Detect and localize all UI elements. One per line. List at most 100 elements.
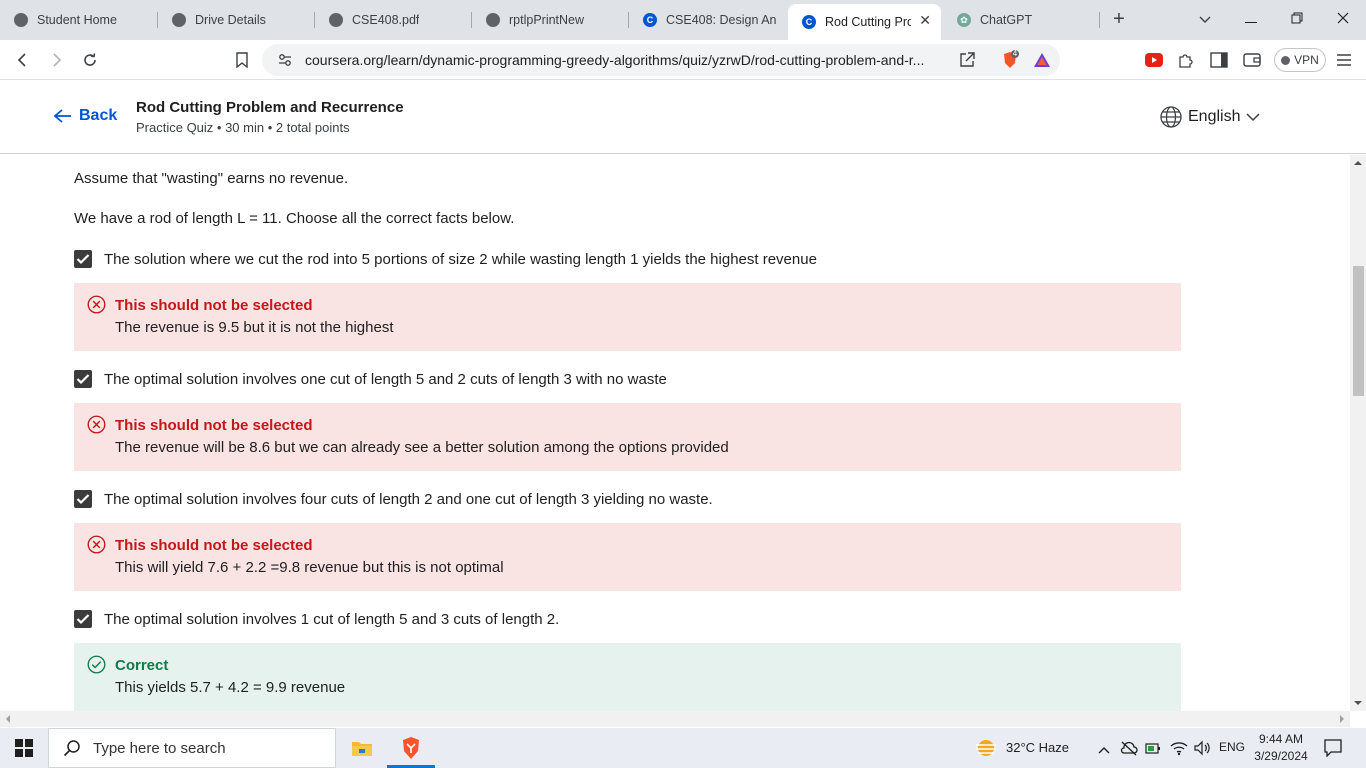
tab-drive-details[interactable]: Drive Details bbox=[158, 4, 315, 36]
horizontal-scrollbar[interactable] bbox=[0, 711, 1350, 727]
language-selector[interactable]: English bbox=[1160, 106, 1261, 128]
checkmark-icon bbox=[76, 494, 90, 505]
page-title: Rod Cutting Problem and Recurrence bbox=[136, 99, 404, 116]
windows-logo-icon bbox=[15, 739, 33, 757]
checkbox-checked[interactable] bbox=[74, 250, 92, 268]
taskbar-search-input[interactable]: Type here to search bbox=[48, 728, 336, 768]
url-text: coursera.org/learn/dynamic-programming-g… bbox=[305, 52, 925, 68]
back-arrow-icon[interactable] bbox=[11, 48, 35, 72]
checkmark-icon bbox=[76, 614, 90, 625]
answer-option[interactable]: The optimal solution involves one cut of… bbox=[74, 370, 667, 388]
show-hidden-icons-chevron-icon[interactable] bbox=[1098, 741, 1110, 759]
feedback-explanation: This will yield 7.6 + 2.2 =9.8 revenue b… bbox=[115, 559, 504, 576]
feedback-heading: Correct bbox=[115, 657, 169, 674]
address-bar[interactable]: coursera.org/learn/dynamic-programming-g… bbox=[262, 44, 1060, 76]
weather-text[interactable]: 32°C Haze bbox=[1006, 740, 1069, 755]
error-circle-x-icon bbox=[87, 415, 106, 434]
browser-tab-strip: Student Home Drive Details CSE408.pdf rp… bbox=[0, 0, 1366, 40]
tab-search-chevron-icon[interactable] bbox=[1182, 4, 1228, 34]
vpn-label: VPN bbox=[1294, 53, 1319, 67]
quiz-header: Back Rod Cutting Problem and Recurrence … bbox=[0, 81, 1366, 154]
tab-rod-cutting[interactable]: C Rod Cutting Pro ✕ bbox=[788, 4, 941, 40]
error-circle-x-icon bbox=[87, 295, 106, 314]
volume-icon[interactable] bbox=[1193, 740, 1211, 761]
share-icon[interactable] bbox=[958, 51, 976, 74]
tab-label: rptlpPrintNew bbox=[509, 13, 585, 27]
notification-icon[interactable] bbox=[1324, 739, 1342, 762]
start-button[interactable] bbox=[0, 728, 48, 768]
success-check-circle-icon bbox=[87, 655, 106, 674]
reload-icon[interactable] bbox=[78, 48, 102, 72]
answer-option[interactable]: The solution where we cut the rod into 5… bbox=[74, 250, 817, 268]
coursera-icon: C bbox=[802, 15, 816, 29]
tab-label: Student Home bbox=[37, 13, 117, 27]
close-tab-icon[interactable]: ✕ bbox=[919, 12, 931, 29]
globe-icon bbox=[172, 13, 186, 27]
brave-shields-icon[interactable]: 4 bbox=[1000, 49, 1020, 75]
tab-rptlpprintnew[interactable]: rptlpPrintNew bbox=[472, 4, 629, 36]
checkbox-checked[interactable] bbox=[74, 610, 92, 628]
tab-student-home[interactable]: Student Home bbox=[0, 4, 158, 36]
option-text: The optimal solution involves one cut of… bbox=[104, 370, 667, 388]
left-arrow-icon bbox=[53, 109, 71, 123]
cloud-offline-icon[interactable] bbox=[1120, 740, 1138, 761]
brave-badge-count: 4 bbox=[1012, 49, 1018, 58]
site-info-icon[interactable] bbox=[278, 53, 292, 67]
scroll-up-arrow-icon[interactable] bbox=[1350, 157, 1366, 169]
search-placeholder: Type here to search bbox=[93, 739, 226, 757]
globe-icon bbox=[14, 13, 28, 27]
restore-button[interactable] bbox=[1274, 4, 1320, 34]
feedback-explanation: The revenue is 9.5 but it is not the hig… bbox=[115, 319, 394, 336]
battery-icon[interactable] bbox=[1145, 741, 1161, 760]
option-text: The solution where we cut the rod into 5… bbox=[104, 250, 817, 268]
quiz-meta: Practice Quiz • 30 min • 2 total points bbox=[136, 120, 350, 135]
tab-chatgpt[interactable]: ✿ ChatGPT bbox=[943, 4, 1100, 36]
answer-option[interactable]: The optimal solution involves 1 cut of l… bbox=[74, 610, 559, 628]
back-label: Back bbox=[79, 107, 118, 124]
tab-label: CSE408.pdf bbox=[352, 13, 420, 27]
wifi-icon[interactable] bbox=[1170, 740, 1188, 761]
youtube-extension-icon[interactable] bbox=[1142, 48, 1166, 72]
scroll-right-arrow-icon[interactable] bbox=[1336, 711, 1348, 727]
file-explorer-icon[interactable] bbox=[338, 728, 386, 768]
language-label: English bbox=[1188, 108, 1241, 125]
search-icon bbox=[63, 740, 80, 757]
vertical-scrollbar[interactable] bbox=[1350, 155, 1366, 711]
feedback-incorrect: This should not be selected This will yi… bbox=[74, 523, 1181, 591]
weather-icon[interactable] bbox=[974, 737, 998, 764]
chatgpt-icon: ✿ bbox=[957, 13, 971, 27]
extensions-puzzle-icon[interactable] bbox=[1174, 48, 1198, 72]
scroll-down-arrow-icon[interactable] bbox=[1350, 697, 1366, 709]
minimize-button[interactable] bbox=[1228, 4, 1274, 34]
forward-arrow-icon[interactable] bbox=[44, 48, 68, 72]
feedback-heading: This should not be selected bbox=[115, 417, 313, 434]
close-window-button[interactable] bbox=[1320, 4, 1366, 34]
globe-icon bbox=[329, 13, 343, 27]
tab-label: CSE408: Design Anal bbox=[666, 13, 776, 27]
clock[interactable]: 9:44 AM 3/29/2024 bbox=[1248, 731, 1314, 765]
answer-option[interactable]: The optimal solution involves four cuts … bbox=[74, 490, 713, 508]
feedback-incorrect: This should not be selected The revenue … bbox=[74, 403, 1181, 471]
feedback-correct: Correct This yields 5.7 + 4.2 = 9.9 reve… bbox=[74, 643, 1181, 711]
tab-cse408-pdf[interactable]: CSE408.pdf bbox=[315, 4, 472, 36]
scrollbar-thumb[interactable] bbox=[1353, 266, 1364, 396]
checkbox-checked[interactable] bbox=[74, 490, 92, 508]
feedback-heading: This should not be selected bbox=[115, 537, 313, 554]
bookmark-icon[interactable] bbox=[230, 48, 254, 72]
brave-browser-icon[interactable] bbox=[387, 728, 435, 768]
back-link[interactable]: Back bbox=[53, 107, 117, 125]
new-tab-button[interactable]: + bbox=[1108, 8, 1130, 30]
vpn-button[interactable]: VPN bbox=[1274, 48, 1326, 72]
feedback-incorrect: This should not be selected The revenue … bbox=[74, 283, 1181, 351]
input-language[interactable]: ENG bbox=[1219, 740, 1245, 754]
browser-toolbar: coursera.org/learn/dynamic-programming-g… bbox=[0, 40, 1366, 80]
feedback-explanation: This yields 5.7 + 4.2 = 9.9 revenue bbox=[115, 679, 346, 696]
sidebar-icon[interactable] bbox=[1207, 48, 1231, 72]
globe-icon bbox=[486, 13, 500, 27]
tab-cse408-design[interactable]: C CSE408: Design Anal bbox=[629, 4, 786, 36]
scroll-left-arrow-icon[interactable] bbox=[2, 711, 14, 727]
menu-icon[interactable] bbox=[1332, 48, 1356, 72]
brave-rewards-icon[interactable] bbox=[1033, 51, 1051, 74]
wallet-icon[interactable] bbox=[1240, 48, 1264, 72]
checkbox-checked[interactable] bbox=[74, 370, 92, 388]
